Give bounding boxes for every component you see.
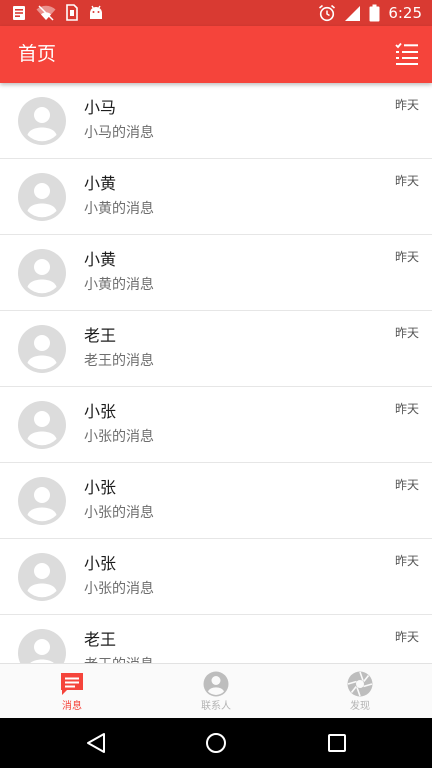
status-time: 6:25 xyxy=(388,4,422,22)
list-menu-button[interactable] xyxy=(394,41,420,67)
avatar-icon xyxy=(18,629,66,663)
status-bar: 6:25 xyxy=(0,0,432,26)
home-icon[interactable] xyxy=(204,731,228,755)
tab-messages-label: 消息 xyxy=(62,701,82,712)
contact-name: 小黄 xyxy=(84,250,117,269)
message-time: 昨天 xyxy=(394,174,419,188)
contact-name: 老王 xyxy=(84,326,117,345)
conversation-list[interactable]: 小马 小马的消息 昨天 小黄 小黄的消息 昨天 小黄 小黄的消息 昨天 老王 老… xyxy=(0,83,432,663)
tab-discover-label: 发现 xyxy=(350,701,370,712)
message-preview: 小张的消息 xyxy=(84,429,154,445)
conversation-item[interactable]: 小张 小张的消息 昨天 xyxy=(0,463,432,539)
message-time: 昨天 xyxy=(394,478,419,492)
notes-icon xyxy=(13,5,25,20)
contact-icon xyxy=(203,671,229,697)
conversation-item[interactable]: 老王 老王的消息 昨天 xyxy=(0,615,432,663)
contact-name: 小张 xyxy=(84,478,117,497)
message-preview: 小黄的消息 xyxy=(84,201,154,217)
signal-icon xyxy=(345,5,361,21)
avatar-icon xyxy=(18,401,66,449)
message-time: 昨天 xyxy=(394,630,419,644)
message-preview: 小马的消息 xyxy=(84,125,154,141)
recents-icon[interactable] xyxy=(325,731,349,755)
back-icon[interactable] xyxy=(84,731,108,755)
message-time: 昨天 xyxy=(394,402,419,416)
avatar-icon xyxy=(18,173,66,221)
message-icon xyxy=(61,673,83,695)
contact-name: 老王 xyxy=(84,630,117,649)
avatar-icon xyxy=(18,477,66,525)
conversation-item[interactable]: 小张 小张的消息 昨天 xyxy=(0,539,432,615)
contact-name: 小张 xyxy=(84,402,117,421)
message-time: 昨天 xyxy=(394,250,419,264)
status-left-icons xyxy=(12,4,104,21)
battery-icon xyxy=(369,4,380,22)
status-right-icons: 6:25 xyxy=(318,3,422,23)
contact-name: 小马 xyxy=(84,98,117,117)
wifi-off-icon xyxy=(36,4,56,21)
app-bar: 首页 xyxy=(0,26,432,83)
message-preview: 小张的消息 xyxy=(84,581,154,597)
message-time: 昨天 xyxy=(394,326,419,340)
avatar-icon xyxy=(18,553,66,601)
contact-name: 小张 xyxy=(84,554,117,573)
message-time: 昨天 xyxy=(394,554,419,568)
tab-contacts[interactable]: 联系人 xyxy=(144,664,288,718)
contact-name: 小黄 xyxy=(84,174,117,193)
conversation-item[interactable]: 小黄 小黄的消息 昨天 xyxy=(0,235,432,311)
page-title: 首页 xyxy=(18,43,57,65)
message-preview: 老王的消息 xyxy=(84,353,154,369)
discover-icon xyxy=(347,671,373,697)
tab-discover[interactable]: 发现 xyxy=(288,664,432,718)
conversation-item[interactable]: 小黄 小黄的消息 昨天 xyxy=(0,159,432,235)
message-preview: 老王的消息 xyxy=(84,655,154,663)
conversation-item[interactable]: 小马 小马的消息 昨天 xyxy=(0,83,432,159)
tab-messages[interactable]: 消息 xyxy=(0,664,144,718)
tab-contacts-label: 联系人 xyxy=(201,701,231,712)
alarm-icon xyxy=(319,4,336,22)
conversation-item[interactable]: 小张 小张的消息 昨天 xyxy=(0,387,432,463)
avatar-icon xyxy=(18,325,66,373)
system-nav-bar xyxy=(0,718,432,768)
conversation-item[interactable]: 老王 老王的消息 昨天 xyxy=(0,311,432,387)
message-preview: 小黄的消息 xyxy=(84,277,154,293)
message-preview: 小张的消息 xyxy=(84,505,154,521)
sim-card-icon xyxy=(66,4,78,21)
bottom-nav: 消息 联系人 发现 xyxy=(0,663,432,718)
message-time: 昨天 xyxy=(394,98,419,112)
list-menu-icon xyxy=(395,42,418,65)
avatar-icon xyxy=(18,249,66,297)
android-icon xyxy=(90,5,102,19)
avatar-icon xyxy=(18,97,66,145)
